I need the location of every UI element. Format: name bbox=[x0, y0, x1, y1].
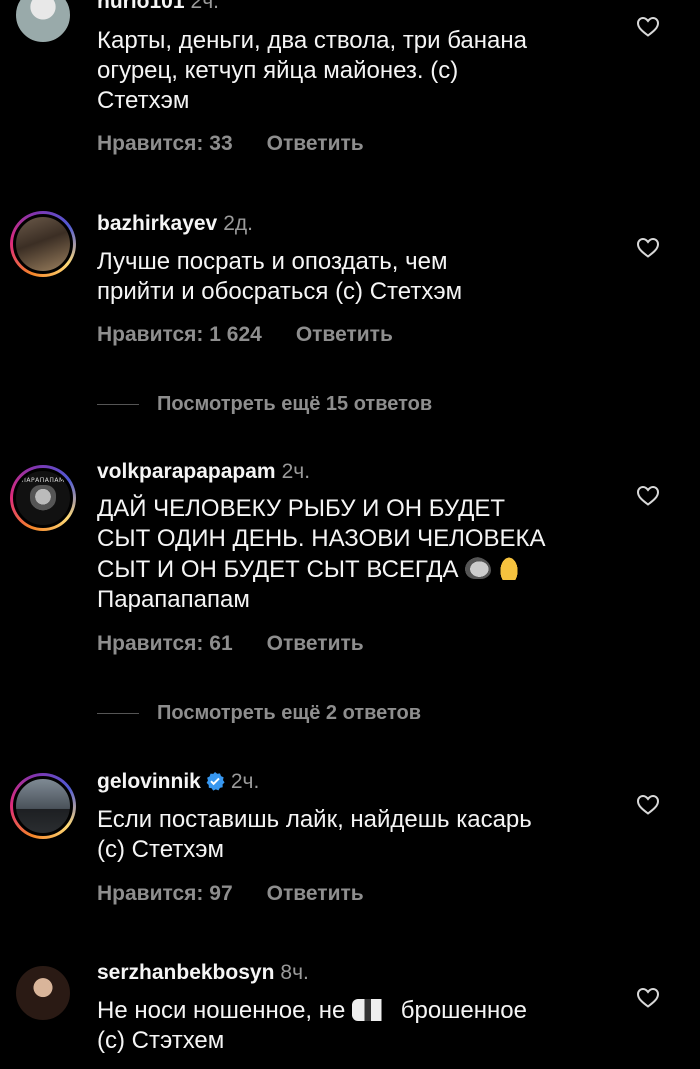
comment-text-line: Парапапапам bbox=[97, 586, 250, 613]
comment-text-line: СЫТ И ОН БУДЕТ СЫТ ВСЕГДА bbox=[97, 554, 617, 585]
avatar[interactable] bbox=[10, 773, 76, 839]
comment-text-line: ДАЙ ЧЕЛОВЕКУ РЫБУ И ОН БУДЕТ bbox=[97, 495, 506, 522]
comment-username[interactable]: gelovinnik 2ч. bbox=[97, 770, 259, 794]
heart-icon[interactable] bbox=[636, 986, 660, 1008]
comment-time: 2ч. bbox=[281, 460, 311, 483]
view-more-replies-button[interactable]: Посмотреть ещё 15 ответов bbox=[97, 393, 432, 416]
comment-username[interactable]: bazhirkayev 2д. bbox=[97, 212, 253, 236]
comment-text: Карты, деньги, два ствола, три банана ог… bbox=[97, 27, 527, 114]
index-pointing-up-emoji-icon bbox=[497, 554, 520, 580]
reply-button[interactable]: Ответить bbox=[267, 632, 364, 656]
comment-text: Если поставишь лайк, найдешь касарь (с) … bbox=[97, 806, 532, 863]
comment-username[interactable]: serzhanbekbosyn 8ч. bbox=[97, 961, 309, 985]
sticker-icon bbox=[352, 999, 395, 1021]
avatar[interactable]: ПАРАПАПАМ bbox=[10, 465, 76, 531]
verified-badge-icon bbox=[206, 772, 225, 791]
comment-text-line: Не носи ношенное, не брошенное bbox=[97, 997, 527, 1024]
likes-count[interactable]: Нравится: 1 624 bbox=[97, 323, 262, 347]
comment-meta: Нравится: 97 Ответить bbox=[97, 882, 364, 906]
likes-count[interactable]: Нравится: 61 bbox=[97, 632, 233, 656]
view-more-replies-button[interactable]: Посмотреть ещё 2 ответов bbox=[97, 702, 421, 725]
likes-count[interactable]: Нравится: 33 bbox=[97, 132, 233, 156]
reply-button[interactable]: Ответить bbox=[296, 323, 393, 347]
heart-icon[interactable] bbox=[636, 236, 660, 258]
heart-icon[interactable] bbox=[636, 484, 660, 506]
avatar[interactable] bbox=[10, 0, 76, 48]
divider bbox=[97, 713, 139, 715]
avatar[interactable] bbox=[10, 960, 76, 1026]
comment-text: Не носи ношенное, не брошенное (с) Стэтх… bbox=[97, 996, 617, 1056]
comment-text-line: (с) Стэтхем bbox=[97, 1027, 225, 1054]
reply-button[interactable]: Ответить bbox=[267, 882, 364, 906]
comment-text: Лучше посрать и опоздать, чем прийти и о… bbox=[97, 248, 463, 305]
heart-icon[interactable] bbox=[636, 15, 660, 37]
reply-button[interactable]: Ответить bbox=[267, 132, 364, 156]
comment-meta: Нравится: 1 624 Ответить bbox=[97, 323, 393, 347]
heart-icon[interactable] bbox=[636, 793, 660, 815]
comment-time: 2ч. bbox=[230, 770, 260, 793]
comment-time: 2д. bbox=[223, 212, 254, 235]
comment-meta: Нравится: 61 Ответить bbox=[97, 632, 364, 656]
likes-count[interactable]: Нравится: 97 bbox=[97, 882, 233, 906]
comment-text-line: СЫТ ОДИН ДЕНЬ. НАЗОВИ ЧЕЛОВЕКА bbox=[97, 525, 546, 552]
avatar[interactable] bbox=[10, 211, 76, 277]
comment-username[interactable]: volkparapapapam 2ч. bbox=[97, 460, 310, 484]
wolf-icon bbox=[30, 485, 56, 511]
comment-time: 8ч. bbox=[280, 961, 309, 984]
comment-time: 2ч. bbox=[190, 0, 219, 13]
comment-username[interactable]: nurlo101 2ч. bbox=[97, 0, 219, 14]
comment-text: ДАЙ ЧЕЛОВЕКУ РЫБУ И ОН БУДЕТ СЫТ ОДИН ДЕ… bbox=[97, 494, 617, 615]
divider bbox=[97, 404, 139, 406]
wolf-emoji-icon bbox=[465, 557, 492, 579]
comment-meta: Нравится: 33 Ответить bbox=[97, 132, 364, 156]
